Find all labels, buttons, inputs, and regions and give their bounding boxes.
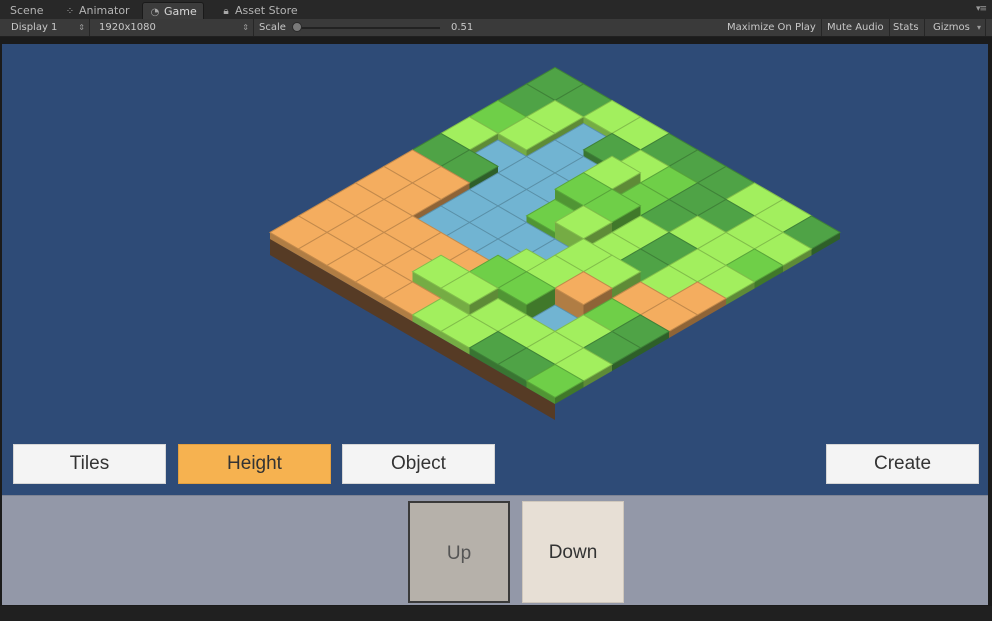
tab-asset-store-label: Asset Store (235, 4, 298, 17)
scale-slider-track[interactable] (298, 27, 440, 29)
height-up-button[interactable]: Up (408, 501, 510, 603)
display-dropdown[interactable]: Display 1 ⇕ (6, 19, 90, 36)
gizmos-dropdown-label: Gizmos (933, 22, 970, 33)
tab-animator-label: Animator (79, 4, 130, 17)
updown-arrow-icon: ⇕ (78, 23, 85, 32)
tab-menu-icon[interactable]: ▾≡ (976, 4, 987, 14)
height-mode-button[interactable]: Height (178, 444, 331, 484)
create-button[interactable]: Create (826, 444, 979, 484)
object-mode-button[interactable]: Object (342, 444, 495, 484)
scale-slider-handle[interactable] (292, 22, 302, 32)
bottom-border (0, 606, 992, 621)
scale-label: Scale (259, 22, 286, 33)
editor-tab-bar: Scene ⁘ Animator ◔ Game 🔒︎ Asset Store ▾≡ (0, 0, 992, 19)
stats-toggle[interactable]: Stats (888, 19, 925, 36)
maximize-on-play-toggle[interactable]: Maximize On Play (722, 19, 822, 36)
mute-audio-toggle[interactable]: Mute Audio (822, 19, 890, 36)
tab-game[interactable]: ◔ Game (142, 2, 204, 19)
tab-scene-label: Scene (10, 4, 44, 17)
tab-animator[interactable]: ⁘ Animator (58, 2, 136, 19)
tab-asset-store[interactable]: 🔒︎ Asset Store (214, 2, 304, 19)
height-tool-panel: Up Down (2, 495, 988, 605)
game-toolbar: Display 1 ⇕ 1920x1080 ⇕ Scale 0.51 Maximiz… (0, 19, 992, 37)
tab-game-label: Game (164, 5, 197, 18)
resolution-dropdown-label: 1920x1080 (99, 22, 156, 33)
tab-scene[interactable]: Scene (4, 2, 50, 19)
tiles-mode-button[interactable]: Tiles (13, 444, 166, 484)
animator-icon: ⁘ (65, 6, 75, 17)
height-down-button[interactable]: Down (522, 501, 624, 603)
resolution-dropdown[interactable]: 1920x1080 ⇕ (94, 19, 254, 36)
gizmos-dropdown[interactable]: Gizmos ▾ (928, 19, 986, 36)
chevron-down-icon: ▾ (976, 23, 981, 32)
updown-arrow-icon: ⇕ (242, 23, 249, 32)
isometric-tile-board[interactable] (2, 44, 988, 494)
display-dropdown-label: Display 1 (11, 22, 58, 33)
lock-icon: 🔒︎ (223, 6, 229, 17)
scale-value: 0.51 (451, 22, 474, 33)
